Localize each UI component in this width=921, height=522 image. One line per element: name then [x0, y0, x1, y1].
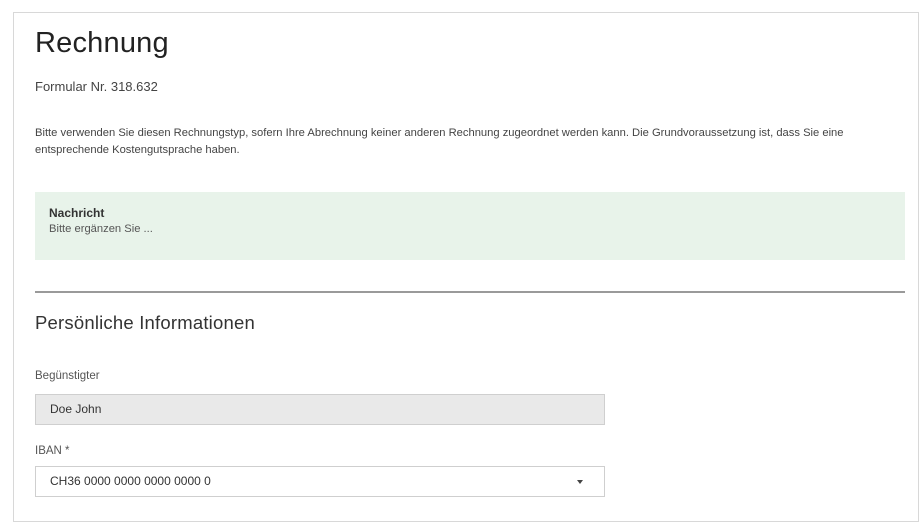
- notice-text: Bitte ergänzen Sie ...: [49, 223, 153, 235]
- iban-label: IBAN *: [35, 445, 70, 457]
- section-heading-personal-info: Persönliche Informationen: [35, 312, 255, 333]
- chevron-down-icon[interactable]: [577, 480, 583, 484]
- iban-select[interactable]: CH36 0000 0000 0000 0000 0: [35, 466, 605, 497]
- section-divider: [35, 291, 905, 293]
- notice-title: Nachricht: [49, 206, 105, 220]
- beneficiary-field: Doe John: [35, 394, 605, 425]
- beneficiary-value: Doe John: [50, 402, 102, 416]
- message-notice: Nachricht Bitte ergänzen Sie ...: [35, 192, 905, 260]
- page-title: Rechnung: [35, 27, 169, 59]
- beneficiary-label: Begünstigter: [35, 370, 100, 382]
- form-card: Rechnung Formular Nr. 318.632 Bitte verw…: [13, 12, 919, 522]
- form-number: Formular Nr. 318.632: [35, 79, 158, 94]
- intro-text: Bitte verwenden Sie diesen Rechnungstyp,…: [35, 127, 844, 156]
- iban-selected-value: CH36 0000 0000 0000 0000 0: [50, 474, 211, 488]
